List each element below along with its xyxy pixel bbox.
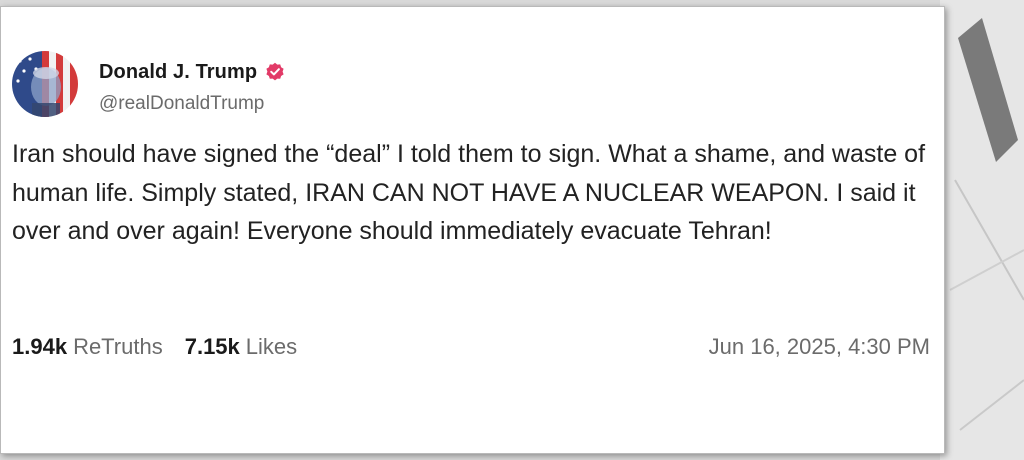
likes-count[interactable]: 7.15k (185, 334, 240, 360)
author-handle[interactable]: @realDonaldTrump (99, 93, 264, 115)
author-name[interactable]: Donald J. Trump (99, 61, 257, 84)
truth-post-card: Donald J. Trump @realDonaldTrump Iran sh… (0, 6, 945, 454)
verified-badge-icon (266, 62, 284, 81)
post-body: Iran should have signed the “deal” I tol… (12, 140, 926, 245)
profile-avatar[interactable] (12, 51, 78, 117)
likes-label[interactable]: Likes (246, 334, 297, 360)
author-row: Donald J. Trump (99, 58, 285, 86)
post-timestamp[interactable]: Jun 16, 2025, 4:30 PM (709, 332, 930, 362)
retruths-label[interactable]: ReTruths (73, 334, 163, 360)
retruths-count[interactable]: 1.94k (12, 334, 67, 360)
engagement-stats: 1.94k ReTruths 7.15k Likes (12, 332, 319, 362)
